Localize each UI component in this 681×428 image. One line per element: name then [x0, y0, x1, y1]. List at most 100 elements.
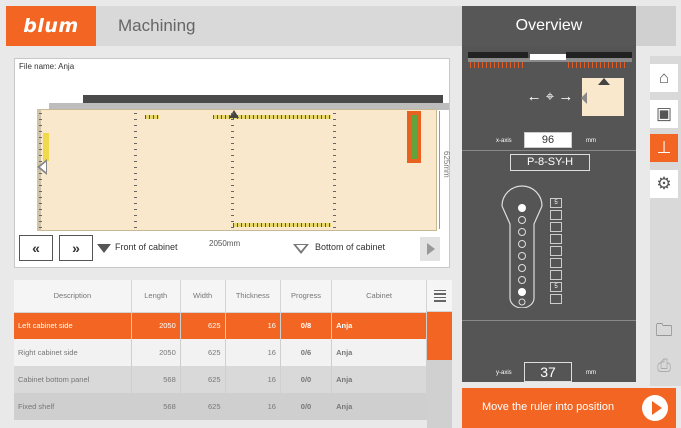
cell-description: Cabinet bottom panel: [14, 366, 132, 393]
cell-length: 568: [131, 366, 181, 393]
y-axis-unit: mm: [586, 370, 596, 376]
app-window: blum Machining Overview File name: Anja …: [0, 0, 681, 428]
header-length[interactable]: Length: [131, 280, 181, 313]
ruler-icon[interactable]: ⊥: [650, 134, 678, 162]
hinge-mark: [43, 133, 49, 161]
list-menu-icon[interactable]: [427, 280, 452, 312]
cell-thickness: 16: [225, 312, 281, 339]
crosshair-icon: ← ⌖ →: [526, 88, 574, 105]
table-row[interactable]: Cabinet bottom panel 568 625 16 0/0 Anja: [14, 366, 427, 393]
blum-logo: blum: [6, 6, 96, 46]
title-bar: Machining: [96, 6, 462, 46]
cell-progress: 0/0: [280, 366, 333, 393]
cell-description: Left cabinet side: [14, 312, 132, 339]
mini-ruler-ticks: [568, 62, 628, 68]
cell-progress: 0/6: [280, 339, 333, 366]
right-sidebar: ⌂ ▣ ⊥ ⚙ 🗀 ⎙: [650, 56, 681, 386]
page-title: Machining: [118, 16, 196, 35]
cabinet-icon[interactable]: ▣: [650, 100, 678, 128]
cell-thickness: 16: [225, 339, 281, 366]
slot-box: [550, 258, 562, 268]
slot-box: [550, 234, 562, 244]
header-description[interactable]: Description: [14, 280, 132, 313]
y-axis-label: y-axis: [496, 370, 512, 376]
slot-label: 5: [550, 198, 562, 208]
home-icon[interactable]: ⌂: [650, 64, 678, 92]
slot-box: [550, 294, 562, 304]
previous-button[interactable]: «: [19, 235, 53, 261]
cell-width: 625: [180, 312, 226, 339]
drill-column: [333, 113, 336, 229]
folder-icon[interactable]: 🗀: [650, 318, 678, 346]
cabinet-orientation-icon: [581, 78, 624, 116]
cell-progress: 0/0: [280, 393, 333, 420]
drill-row: [233, 223, 331, 227]
template-code: P-8-SY-H: [510, 154, 590, 171]
cell-cabinet: Anja: [331, 393, 427, 420]
cell-thickness: 16: [225, 366, 281, 393]
slot-column: 5 5: [550, 198, 562, 306]
slot-label: 5: [550, 282, 562, 292]
drill-column: [231, 113, 234, 229]
drill-row: [145, 115, 159, 119]
table-row[interactable]: Left cabinet side 2050 625 16 0/8 Anja: [14, 312, 427, 339]
dimension-line: [439, 111, 440, 229]
save-icon[interactable]: ⎙: [650, 352, 678, 380]
cell-cabinet: Anja: [331, 366, 427, 393]
cabinet-panel-drawing: [37, 109, 437, 231]
x-axis-label: x-axis: [496, 138, 512, 144]
x-axis-unit: mm: [586, 138, 596, 144]
drill-column: [134, 113, 137, 229]
header-width[interactable]: Width: [180, 280, 226, 313]
slot-box: [550, 246, 562, 256]
cell-description: Right cabinet side: [14, 339, 132, 366]
slot-box: [550, 270, 562, 280]
bottom-of-cabinet-label: Bottom of cabinet: [315, 242, 386, 252]
cell-width: 625: [180, 339, 226, 366]
drawing-panel: File name: Anja 625mm « » Front of cabin…: [14, 58, 451, 268]
front-of-cabinet-label: Front of cabinet: [115, 242, 178, 252]
cell-length: 2050: [131, 339, 181, 366]
play-icon[interactable]: [642, 395, 668, 421]
overview-header: Overview: [462, 6, 636, 46]
header-corner: [636, 6, 676, 46]
slot-box: [550, 210, 562, 220]
bottom-triangle-icon: [293, 244, 309, 254]
parts-table: Description Length Width Thickness Progr…: [14, 280, 452, 428]
divider: [462, 150, 636, 151]
overview-title: Overview: [515, 17, 583, 34]
y-axis-field[interactable]: 37: [524, 362, 572, 382]
logo-text: blum: [23, 15, 79, 37]
table-scrollbar[interactable]: [427, 280, 452, 428]
view-forward-button[interactable]: [420, 237, 440, 261]
next-button[interactable]: »: [59, 235, 93, 261]
table-header-row: Description Length Width Thickness Progr…: [14, 280, 427, 313]
front-triangle-icon: [97, 244, 111, 253]
settings-icon[interactable]: ⚙: [650, 170, 678, 198]
cell-thickness: 16: [225, 393, 281, 420]
cell-length: 2050: [131, 312, 181, 339]
ruler-bar: [83, 95, 443, 103]
cell-cabinet: Anja: [331, 312, 427, 339]
header-progress[interactable]: Progress: [280, 280, 333, 313]
direction-arrow-icon: [37, 159, 47, 175]
header-thickness[interactable]: Thickness: [225, 280, 281, 313]
drilling-template-graphic: [501, 185, 543, 308]
cell-progress: 0/8: [280, 312, 333, 339]
chevron-double-left-icon: «: [32, 240, 40, 256]
move-ruler-button[interactable]: Move the ruler into position: [462, 388, 676, 428]
divider: [462, 320, 636, 321]
cell-width: 625: [180, 393, 226, 420]
ruler-position-indicator: [530, 54, 566, 60]
x-axis-field[interactable]: 96: [524, 132, 572, 148]
width-dimension: 2050mm: [209, 239, 241, 248]
table-row[interactable]: Fixed shelf 568 625 16 0/0 Anja: [14, 393, 427, 420]
scrollbar-thumb[interactable]: [427, 312, 452, 360]
file-name-label: File name: Anja: [19, 62, 75, 71]
overview-panel: ← ⌖ → x-axis 96 mm P-8-SY-H 5 5 y-axis 3…: [462, 46, 636, 382]
mini-ruler-ticks: [470, 62, 526, 68]
table-row[interactable]: Right cabinet side 2050 625 16 0/6 Anja: [14, 339, 427, 366]
move-ruler-label: Move the ruler into position: [482, 401, 615, 413]
chevron-double-right-icon: »: [72, 240, 80, 256]
header-cabinet[interactable]: Cabinet: [331, 280, 427, 313]
